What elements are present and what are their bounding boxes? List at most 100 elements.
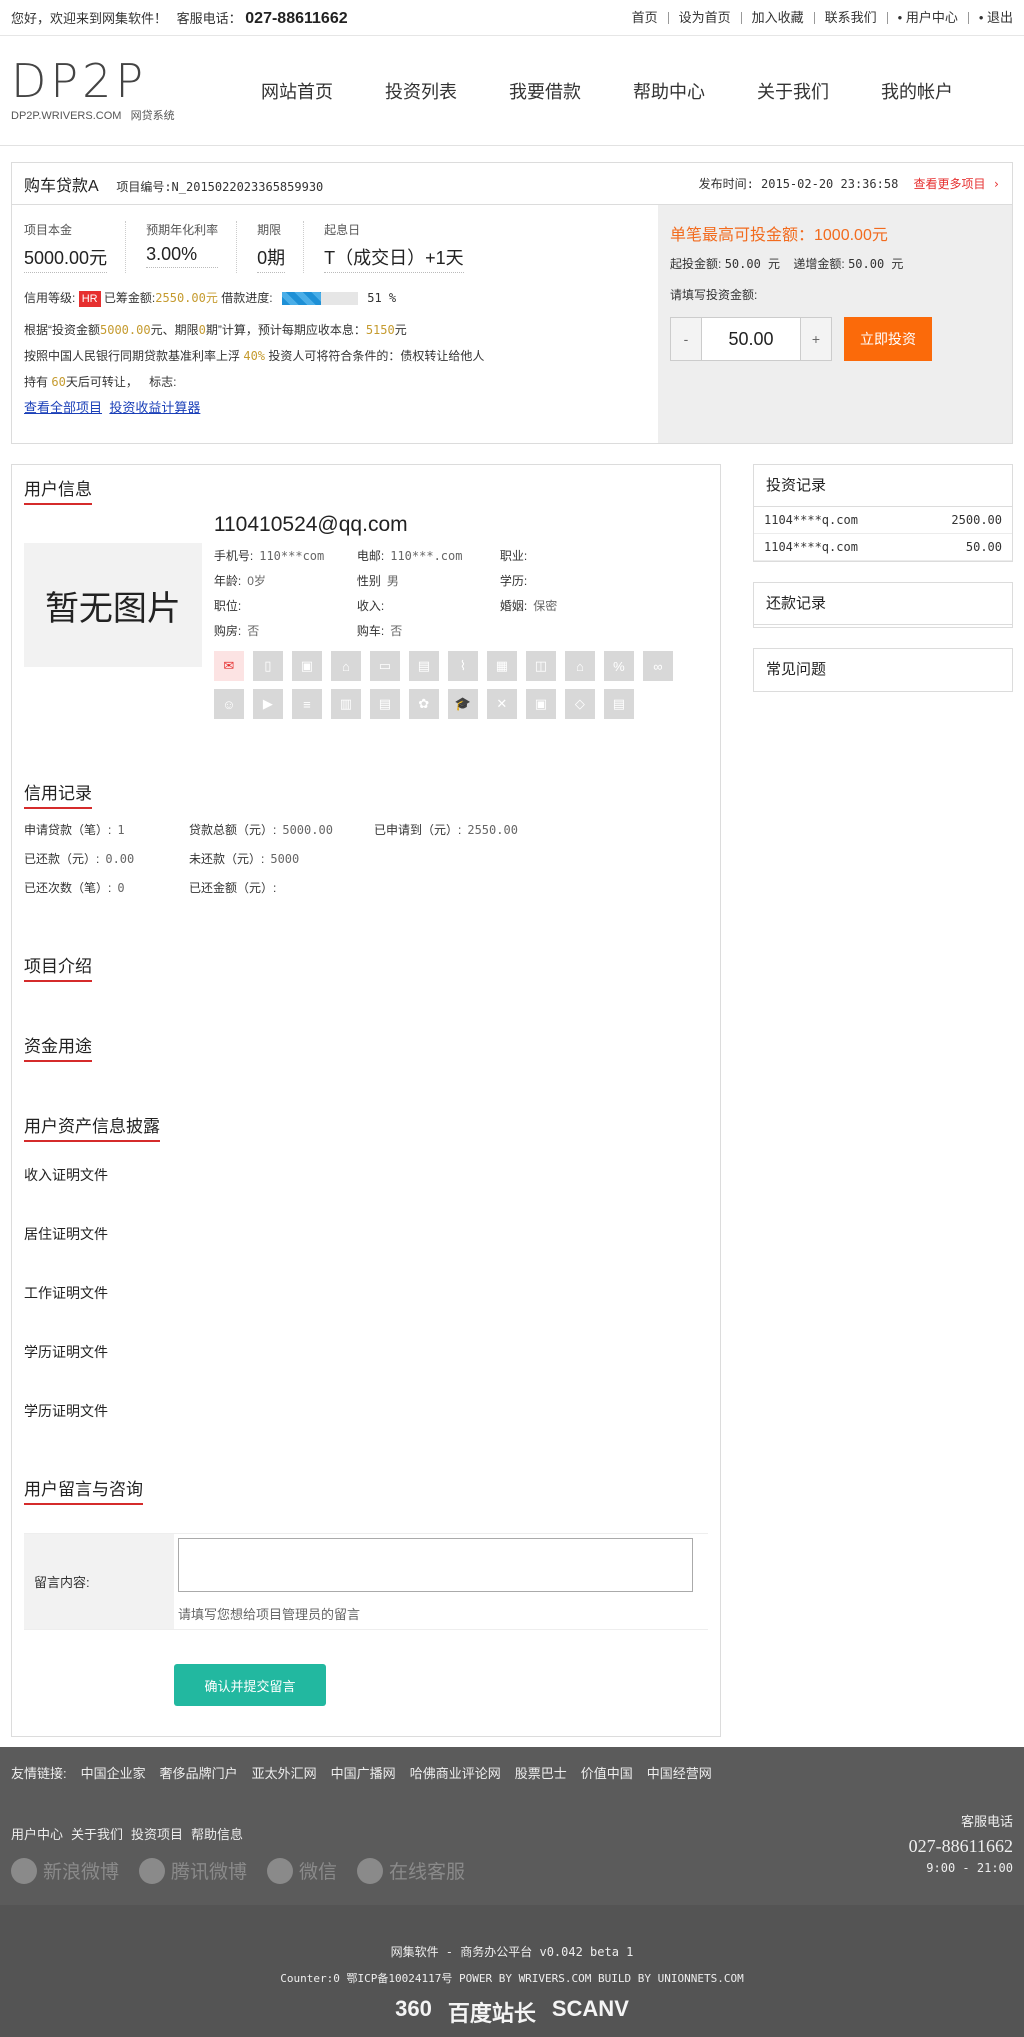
stat-principal: 项目本金 5000.00元 [24, 221, 127, 273]
logo[interactable]: DP2P DP2P.WRIVERS.COM 网贷系统 [0, 53, 235, 123]
footer-link[interactable]: 投资项目 [131, 1824, 183, 1843]
credit-item [374, 850, 574, 867]
video-icon: ▶ [252, 689, 283, 719]
file-item: 居住证明文件 [24, 1226, 108, 1242]
credit-value: 0.00 [105, 852, 135, 866]
message-textarea[interactable] [178, 1538, 693, 1592]
faq-box: 常见问题 [753, 648, 1013, 692]
friend-link[interactable]: 亚太外汇网 [252, 1763, 317, 1782]
top-link-home[interactable]: 首页 [622, 11, 669, 24]
intro-title: 项目介绍 [24, 952, 92, 982]
invest-amount: 2500.00 [951, 513, 1002, 527]
logo-text: DP2P [11, 53, 148, 108]
step-label: 递增金额: [793, 257, 845, 271]
credit-badge: HR [78, 291, 101, 307]
credit-item: 已还次数（笔）: 0 [24, 879, 189, 896]
footer-link[interactable]: 帮助信息 [191, 1824, 243, 1843]
credit-title: 信用记录 [24, 779, 92, 809]
wechat-icon [267, 1857, 294, 1884]
amount-input-label: 请填写投资金额: [670, 288, 758, 302]
field-value: 保密 [533, 599, 558, 613]
tencent-weibo-link[interactable]: 腾讯微博 [139, 1857, 247, 1884]
nav-home[interactable]: 网站首页 [235, 78, 359, 104]
friend-link[interactable]: 哈佛商业评论网 [410, 1763, 501, 1782]
image-icon: ▣ [291, 651, 322, 681]
logo-site: DP2P.WRIVERS.COM [11, 109, 122, 122]
badge-360[interactable]: 360 [395, 1996, 432, 2028]
invest-user: 1104****q.com [764, 513, 858, 527]
sidebar: 投资记录 1104****q.com 2500.00 1104****q.com 5… [753, 464, 1013, 1737]
tools-icon: ✕ [486, 689, 517, 719]
rate-text: 按照中国人民银行同期贷款基准利率上浮 [24, 349, 241, 363]
submit-message-button[interactable]: 确认并提交留言 [174, 1664, 326, 1706]
field-marriage: 婚姻: 保密 [500, 597, 660, 614]
field-key: 性别 [356, 574, 381, 588]
min-value: 50.00 元 [724, 257, 781, 271]
progress-bar [281, 292, 358, 306]
top-link-logout[interactable]: • 退出 [969, 11, 1013, 24]
friend-link[interactable]: 中国经营网 [647, 1763, 712, 1782]
badge-scanv[interactable]: SCANV [552, 1996, 629, 2028]
friend-link[interactable]: 中国广播网 [331, 1763, 396, 1782]
header: DP2P DP2P.WRIVERS.COM 网贷系统 网站首页 投资列表 我要借… [0, 36, 1024, 146]
field-education: 学历: [500, 572, 660, 589]
wechat-link[interactable]: 微信 [267, 1857, 337, 1884]
friend-link[interactable]: 中国企业家 [81, 1763, 146, 1782]
verification-icons: ✉ ▯ ▣ ⌂ ▭ ▤ ⌇ ▦ ◫ ⌂% ∞ ☺ ▶ ≡ ▥ ▤ ✿ 🎓 ✕ ▣ ◇ ▤ [213, 651, 708, 719]
top-link-contact[interactable]: 联系我们 [815, 11, 888, 24]
credit-item: 未还款（元）: 5000 [189, 850, 374, 867]
rate-text: 投资人可将符合条件的：债权转让给他人 [268, 349, 485, 363]
faq-title[interactable]: 常见问题 [754, 649, 1012, 691]
online-service-link[interactable]: 在线客服 [357, 1857, 465, 1884]
calculator-link[interactable]: 投资收益计算器 [109, 400, 200, 415]
tencent-weibo-icon [139, 1857, 166, 1884]
credit-key: 已还金额（元）: [189, 881, 277, 895]
top-link-favorite[interactable]: 加入收藏 [742, 11, 815, 24]
all-projects-link[interactable]: 查看全部项目 [24, 400, 102, 415]
footer-link[interactable]: 用户中心 [11, 1824, 63, 1843]
invest-row: 1104****q.com 50.00 [754, 534, 1012, 561]
nav-borrow[interactable]: 我要借款 [483, 78, 607, 104]
more-projects-link[interactable]: 查看更多项目 › [914, 177, 1000, 191]
top-link-set-home[interactable]: 设为首页 [669, 11, 742, 24]
publish-time: 2015-02-20 23:36:58 [761, 177, 899, 191]
house-icon: ⌂ [564, 651, 595, 681]
friends-label: 友情链接: [11, 1766, 67, 1781]
credit-value: 1 [117, 823, 125, 837]
increase-button[interactable]: + [801, 318, 831, 360]
file-item: 学历证明文件 [24, 1344, 108, 1360]
friend-link[interactable]: 价值中国 [581, 1763, 633, 1782]
top-bar: 您好，欢迎来到网集软件！ 客服电话： 027-88611662 首页 设为首页 … [0, 0, 1024, 36]
weibo-link[interactable]: 新浪微博 [11, 1857, 119, 1884]
nav-help[interactable]: 帮助中心 [607, 78, 731, 104]
nav-account[interactable]: 我的帐户 [855, 78, 979, 104]
stat-label: 项目本金 [24, 223, 73, 237]
asset-files: 收入证明文件 居住证明文件 工作证明文件 学历证明文件 学历证明文件 [24, 1160, 708, 1455]
badge-baidu[interactable]: 百度站长 [448, 1996, 536, 2028]
top-link-user-center[interactable]: • 用户中心 [888, 11, 969, 24]
field-gender: 性别男 [357, 572, 500, 589]
user-info-title: 用户信息 [24, 475, 92, 505]
decrease-button[interactable]: - [671, 318, 701, 360]
nav-invest-list[interactable]: 投资列表 [359, 78, 483, 104]
hold-line: 持有 60天后可转让， 标志: [24, 375, 640, 389]
person-icon: ☺ [213, 689, 244, 719]
assets-section: 用户资产信息披露 收入证明文件 居住证明文件 工作证明文件 学历证明文件 学历证… [24, 1112, 708, 1455]
amount-input[interactable]: 50.00 [701, 318, 801, 360]
usage-title: 资金用途 [24, 1032, 92, 1062]
max-invest: 单笔最高可投金额：1000.00元 [670, 227, 888, 244]
stat-label: 起息日 [324, 223, 361, 237]
friend-link[interactable]: 股票巴士 [515, 1763, 567, 1782]
avatar: 暂无图片 [24, 543, 202, 667]
project-stats: 项目本金 5000.00元 预期年化利率 3.00% 期限 0期 起息日 T（成交日）+… [24, 221, 640, 273]
message-hint: 请填写您想给项目管理员的留言 [178, 1607, 361, 1622]
invest-button[interactable]: 立即投资 [844, 317, 932, 361]
calc-text: 元 [394, 323, 407, 337]
field-key: 职位: [213, 599, 242, 613]
footer-link[interactable]: 关于我们 [71, 1824, 123, 1843]
friend-link[interactable]: 奢侈品牌门户 [160, 1763, 238, 1782]
credit-value: 0 [117, 881, 125, 895]
apple-icon: ✿ [408, 689, 439, 719]
nav-about[interactable]: 关于我们 [731, 78, 855, 104]
repay-records-title[interactable]: 还款记录 [754, 583, 1012, 625]
